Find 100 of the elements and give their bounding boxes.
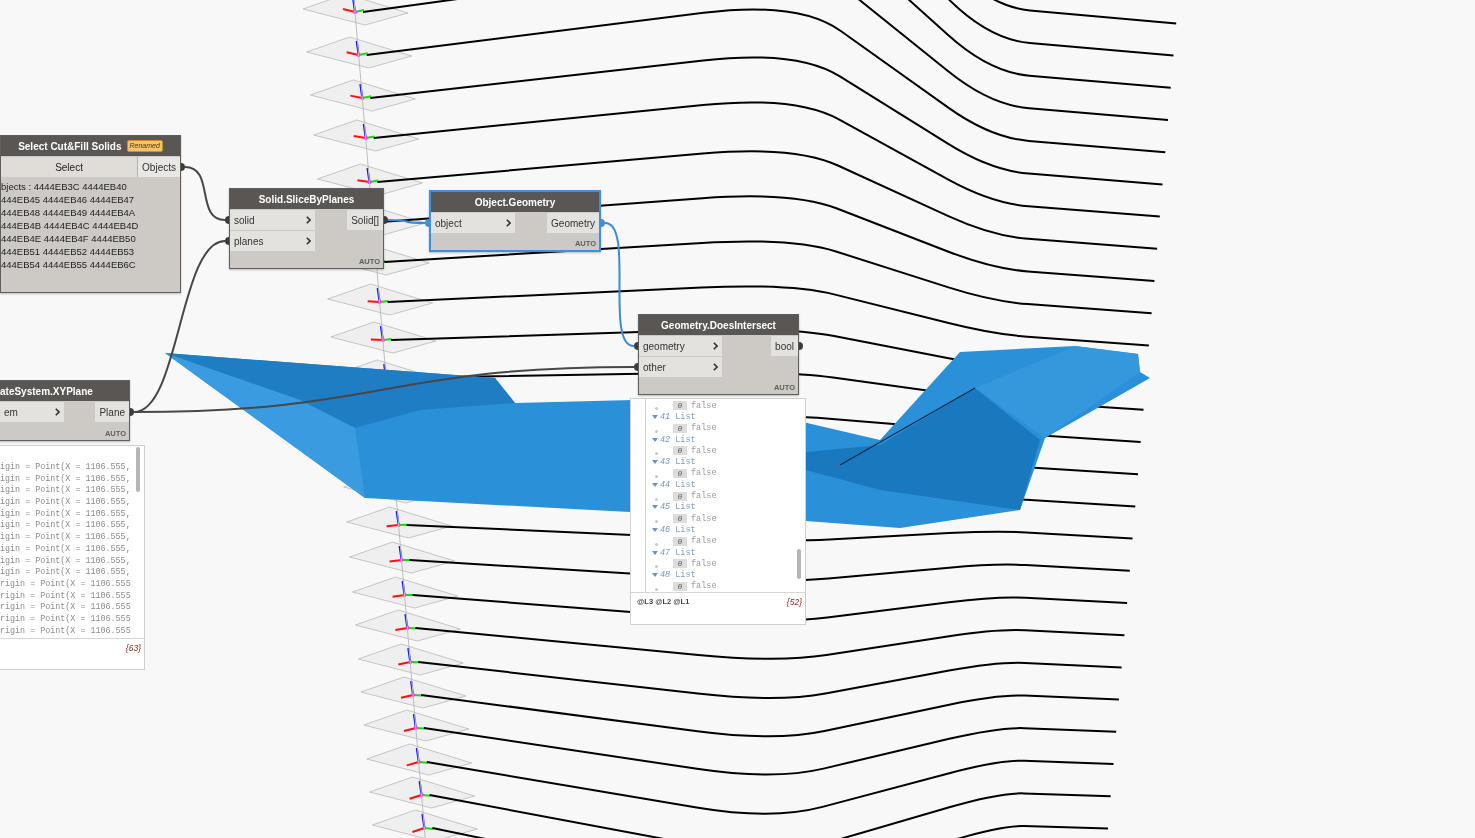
bullet-icon	[655, 497, 658, 501]
input-port[interactable]: object	[431, 213, 515, 233]
preview-line: igin = Point(X = 1106.555,	[0, 532, 132, 544]
list-index: 0	[673, 468, 687, 478]
list-value: false	[691, 468, 717, 479]
output-port[interactable]: Geometry	[547, 213, 599, 233]
bullet-icon	[655, 452, 658, 456]
output-port[interactable]: Objects	[137, 157, 180, 177]
preview-line: igin = Point(X = 1106.555,	[0, 520, 132, 532]
preview-line: 444EB48 4444EB49 4444EB4A	[1, 206, 137, 219]
bullet-icon	[655, 565, 658, 569]
output-port[interactable]: Plane	[95, 402, 129, 422]
output-port[interactable]: bool	[771, 336, 798, 356]
list-value: false	[691, 445, 717, 456]
port-connector-icon[interactable]	[181, 163, 185, 171]
select-button[interactable]: Select	[1, 157, 138, 177]
item-count: {63}	[125, 643, 141, 653]
caret-down-icon[interactable]	[652, 437, 658, 442]
input-port[interactable]: solid	[230, 210, 315, 230]
chevron-icon	[713, 363, 718, 371]
preview-line: 444EB45 4444EB46 4444EB47	[1, 193, 136, 206]
node-title: Geometry.DoesIntersect	[661, 319, 776, 331]
node-title: ateSystem.XYPlane	[0, 385, 93, 397]
list-index: 43	[660, 457, 671, 468]
preview-line: rigin = Point(X = 1106.555	[0, 590, 132, 602]
list-index: 0	[673, 491, 687, 501]
list-index: 47	[660, 547, 671, 558]
item-count: {52}	[786, 597, 802, 607]
preview-line: igin = Point(X = 1106.555,	[0, 485, 132, 497]
list-index: 0	[673, 423, 687, 433]
list-index: 0	[673, 401, 687, 411]
node-title: Solid.SliceByPlanes	[258, 193, 355, 205]
port-connector-icon[interactable]	[225, 216, 229, 224]
list-index: 0	[673, 514, 687, 524]
bullet-icon	[655, 520, 658, 524]
input-port[interactable]: geometry	[639, 336, 722, 356]
chevron-icon	[506, 219, 511, 227]
bullet-icon	[655, 542, 658, 546]
wire	[387, 219, 426, 224]
preview-line: igin = Point(X = 1106.555,	[0, 508, 132, 520]
port-connector-icon[interactable]	[225, 237, 229, 245]
preview-line: igin = Point(X = 1106.555,	[0, 497, 132, 509]
list-label: List	[675, 502, 696, 513]
chevron-icon	[306, 237, 311, 245]
list-index: 0	[673, 581, 687, 591]
preview-line: igin = Point(X = 1106.555,	[0, 567, 132, 579]
input-port[interactable]: other	[639, 357, 722, 377]
port-connector-icon[interactable]	[130, 408, 134, 416]
port-connector-icon[interactable]	[799, 342, 803, 350]
input-port[interactable]: em	[0, 402, 64, 422]
list-label: List	[675, 479, 696, 490]
caret-down-icon[interactable]	[652, 482, 658, 487]
list-index: 45	[660, 502, 671, 513]
list-index: 0	[673, 536, 687, 546]
caret-down-icon[interactable]	[652, 527, 658, 532]
port-connector-icon[interactable]	[634, 363, 638, 371]
output-port[interactable]: Solid[]	[347, 210, 383, 230]
chevron-icon	[55, 408, 60, 416]
preview-line: igin = Point(X = 1106.555,	[0, 555, 132, 567]
node-title: Object.Geometry	[474, 196, 556, 208]
preview-line: rigin = Point(X = 1106.555	[0, 613, 132, 626]
caret-down-icon[interactable]	[652, 573, 658, 578]
list-index: 46	[660, 524, 671, 535]
list-value: false	[691, 581, 717, 592]
caret-down-icon[interactable]	[652, 414, 658, 419]
preview-line: 444EB4E 4444EB4F 4444EB50	[1, 232, 137, 245]
scrollbar-thumb[interactable]	[136, 447, 140, 492]
list-value: false	[691, 423, 717, 434]
port-connector-icon[interactable]	[425, 219, 429, 227]
bullet-icon	[655, 429, 658, 433]
preview-line: igin = Point(X = 1106.555,	[0, 462, 132, 474]
list-label: List	[675, 457, 696, 468]
chevron-icon	[713, 342, 718, 350]
preview-line: bjects : 4444EB3C 4444EB40	[1, 180, 128, 193]
caret-down-icon[interactable]	[652, 505, 658, 510]
list-value: false	[691, 491, 717, 501]
list-value: false	[691, 558, 717, 569]
list-value: false	[691, 536, 717, 547]
port-connector-icon[interactable]	[634, 342, 638, 350]
list-label: List	[675, 411, 696, 422]
bullet-icon	[655, 407, 658, 411]
list-index: 0	[673, 446, 687, 456]
input-port[interactable]: planes	[230, 231, 315, 251]
preview-line: igin = Point(X = 1106.555,	[0, 473, 132, 485]
list-label: List	[675, 547, 696, 558]
caret-down-icon[interactable]	[652, 550, 658, 555]
list-index: 44	[660, 479, 671, 490]
scrollbar-thumb[interactable]	[797, 549, 801, 579]
preview-line: rigin = Point(X = 1106.555	[0, 578, 132, 591]
bullet-icon	[655, 474, 658, 478]
preview-line: rigin = Point(X = 1106.555	[0, 602, 132, 614]
preview-line: igin = Point(X = 1106.555,	[0, 543, 132, 556]
preview-line: 444EB51 4444EB52 4444EB53	[1, 245, 136, 258]
caret-down-icon[interactable]	[652, 460, 658, 465]
preview-line: rigin = Point(X = 1106.555	[0, 625, 132, 638]
preview-line: 444EB4B 4444EB4C 4444EB4D	[1, 219, 140, 232]
list-label: List	[675, 570, 696, 581]
chevron-icon	[306, 216, 311, 224]
port-connector-icon[interactable]	[384, 216, 388, 224]
preview-line: 444EB54 4444EB55 4444EB6C	[1, 258, 137, 271]
